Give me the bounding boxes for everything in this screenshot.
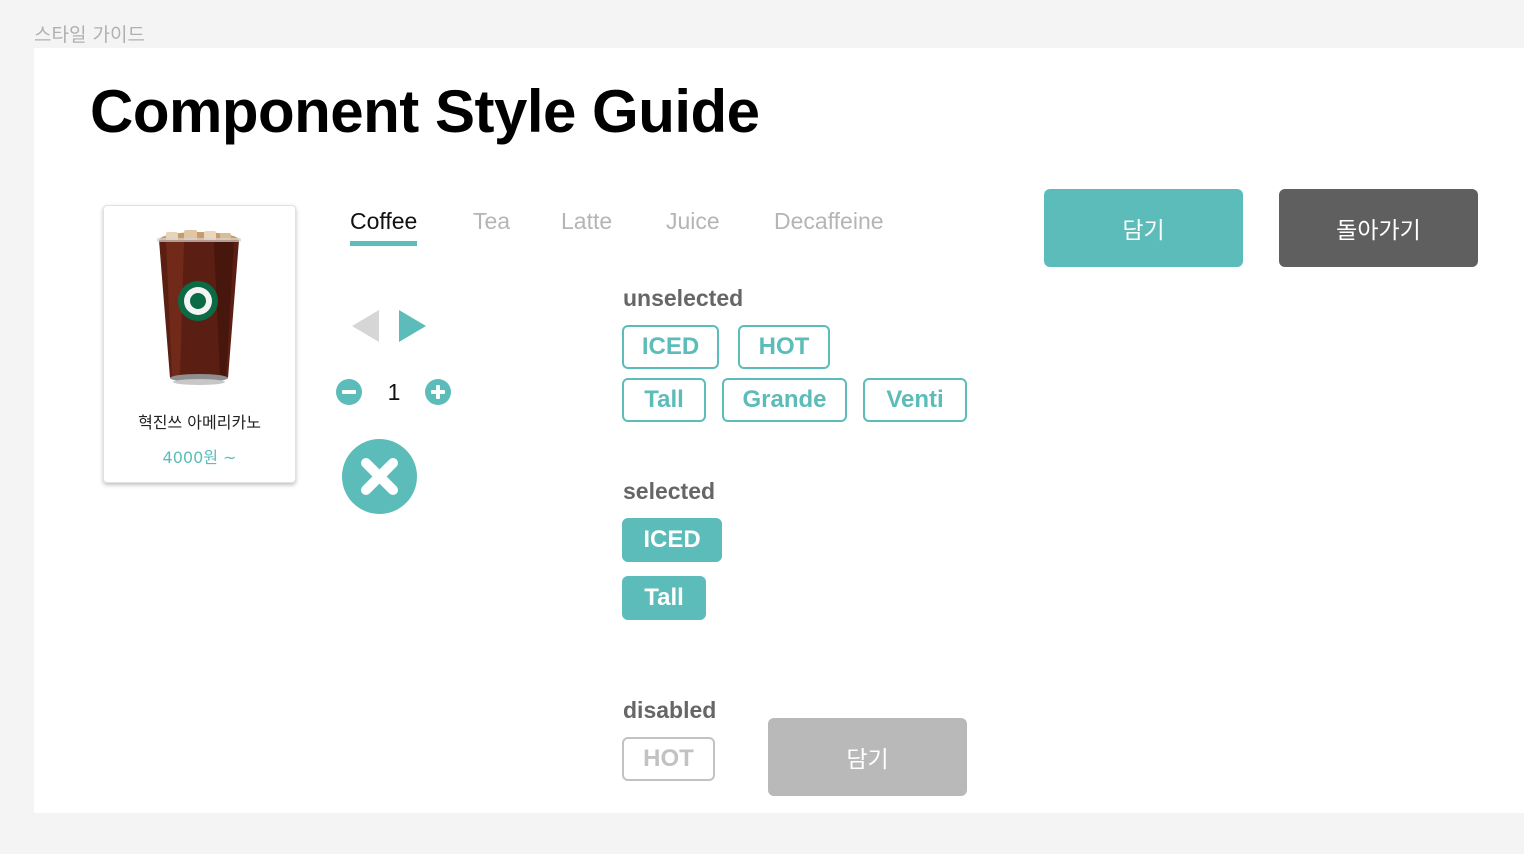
iced-americano-image	[157, 230, 241, 385]
style-guide-canvas: Component Style Guide 혁진쓰 아메리카노 4000원 ~	[34, 48, 1524, 813]
next-arrow-icon[interactable]	[399, 310, 427, 342]
option-iced[interactable]: ICED	[622, 325, 719, 369]
tab-latte[interactable]: Latte	[561, 208, 612, 241]
tab-coffee[interactable]: Coffee	[350, 208, 418, 246]
tab-juice[interactable]: Juice	[666, 208, 720, 241]
prev-arrow-icon[interactable]	[352, 310, 380, 342]
section-label-disabled: disabled	[623, 697, 717, 723]
decrement-icon[interactable]	[336, 379, 362, 405]
back-button[interactable]: 돌아가기	[1279, 189, 1478, 267]
section-label-unselected: unselected	[623, 285, 744, 311]
option-tall-selected[interactable]: Tall	[622, 576, 706, 620]
frame-label: 스타일 가이드	[34, 24, 145, 46]
option-hot-disabled: HOT	[622, 737, 715, 781]
product-card[interactable]: 혁진쓰 아메리카노 4000원 ~	[103, 205, 296, 483]
option-hot[interactable]: HOT	[738, 325, 830, 369]
x-mark-icon	[361, 458, 398, 495]
increment-icon[interactable]	[425, 379, 451, 405]
tab-tea[interactable]: Tea	[473, 208, 510, 241]
section-label-selected: selected	[623, 478, 716, 504]
add-to-cart-button[interactable]: 담기	[1044, 189, 1243, 267]
option-iced-selected[interactable]: ICED	[622, 518, 722, 562]
product-name: 혁진쓰 아메리카노	[138, 413, 261, 432]
page-title: Component Style Guide	[90, 78, 760, 145]
option-venti[interactable]: Venti	[863, 378, 967, 422]
product-price: 4000원 ~	[162, 448, 237, 467]
option-tall[interactable]: Tall	[622, 378, 706, 422]
option-grande[interactable]: Grande	[722, 378, 847, 422]
add-to-cart-button-disabled: 담기	[768, 718, 967, 796]
quantity-value: 1	[387, 379, 401, 405]
tab-decaffeine[interactable]: Decaffeine	[774, 208, 884, 241]
close-icon[interactable]	[342, 439, 417, 514]
